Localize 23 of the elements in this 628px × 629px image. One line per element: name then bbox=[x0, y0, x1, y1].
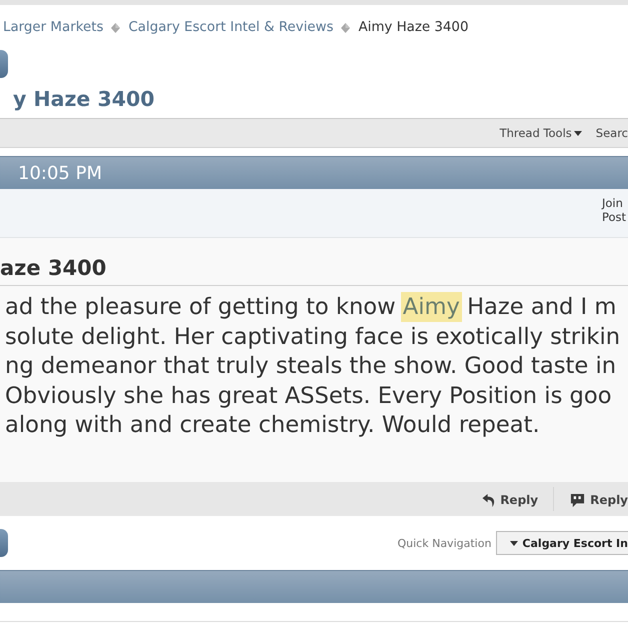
reply-with-quote-button[interactable]: Reply bbox=[553, 487, 628, 511]
breadcrumb-separator-icon bbox=[111, 22, 120, 32]
quote-bubble-icon bbox=[570, 492, 586, 508]
cut-off-button[interactable] bbox=[0, 529, 8, 557]
quick-navigation-label: Quick Navigation bbox=[397, 536, 492, 550]
search-highlight: Aimy bbox=[402, 294, 460, 320]
toolbar-menu-button[interactable]: Thread Tools bbox=[500, 126, 582, 140]
caret-icon bbox=[510, 540, 518, 546]
breadcrumb-current: Aimy Haze 3400 bbox=[358, 20, 468, 35]
post-date: 10:05 PM bbox=[18, 162, 102, 184]
quick-navigation-select[interactable]: Calgary Escort In bbox=[496, 531, 628, 555]
post-message: ad the pleasure of getting to know Aimy Haze and I m solute delight. Her captivating face is exotically strikin ng demeanor that truly steals the show. Good taste in Obviously she has great ASSets. Every Position is goo along with and create chemistry. Would repeat. bbox=[4, 293, 620, 440]
breadcrumb-link[interactable]: Calgary Escort Intel & Reviews bbox=[128, 20, 334, 35]
user-info-label: Post bbox=[602, 210, 628, 224]
post-title: aze 3400 bbox=[0, 255, 108, 282]
reply-button[interactable]: Reply bbox=[482, 490, 554, 508]
thread-title: y Haze 3400 bbox=[12, 86, 156, 113]
caret-icon bbox=[574, 130, 582, 136]
cut-off-button[interactable] bbox=[0, 50, 8, 78]
toolbar-menu-button[interactable]: Searc bbox=[596, 126, 628, 140]
breadcrumb-link[interactable]: Larger Markets bbox=[3, 20, 104, 35]
user-info-label: Join bbox=[602, 196, 624, 210]
breadcrumb-separator-icon bbox=[341, 22, 350, 32]
